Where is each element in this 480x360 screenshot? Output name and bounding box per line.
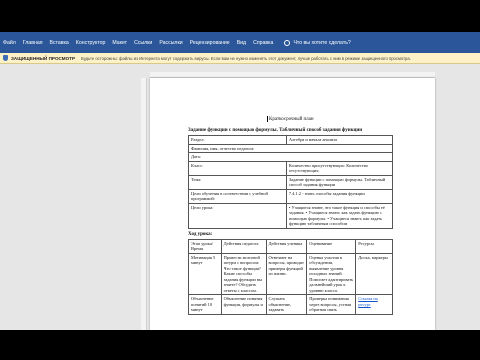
table-row: Мотивация 5 минут Провести мозговой штур… <box>188 252 393 296</box>
tab-home[interactable]: Главная <box>23 40 43 46</box>
column-header: Действия педагога <box>220 238 267 254</box>
tab-design[interactable]: Конструктор <box>76 40 106 46</box>
table-cell: 7.4.1.2 - знать способы задания функции <box>285 188 394 204</box>
tell-me-search[interactable]: Что вы хотите сделать? <box>284 39 351 46</box>
tell-me-label: Что вы хотите сделать? <box>293 39 351 46</box>
vertical-ruler[interactable] <box>141 78 147 330</box>
table-cell: Объяснение понятия функции, формулы и <box>220 294 267 315</box>
table-cell: Оценка участия в обсуждении, выявление у… <box>306 252 357 296</box>
table-row: Объяснение понятий 10 минут Объяснение п… <box>188 294 393 315</box>
column-header: Оценивание <box>306 238 357 254</box>
table-header-row: Этап урока/ Время Действия педагога Дейс… <box>188 238 393 254</box>
table-cell: Алгебра и начала анализа <box>285 135 394 145</box>
document-title: Краткосрочный план <box>269 117 314 123</box>
table-row: Класс: Количество присутствующих: Количе… <box>188 160 394 176</box>
tab-file[interactable]: Файл <box>3 40 16 46</box>
document-title-line: Краткосрочный план <box>188 116 393 122</box>
table-cell: Провести мозговой штурм с вопросом: Что … <box>220 252 267 296</box>
column-header: Этап урока/ Время <box>188 238 222 254</box>
table-cell: Отвечают на вопросы, приводят примеры фу… <box>265 252 308 296</box>
ribbon-tabs: Файл Главная Вставка Конструктор Макет С… <box>0 32 480 53</box>
table-cell: Объяснение понятий 10 минут <box>188 294 222 315</box>
table-cell: Ссылка на ресурс <box>355 294 393 315</box>
table-cell: Мотивация 5 минут <box>188 252 222 296</box>
table-row: Раздел: Алгебра и начала анализа <box>188 135 394 145</box>
protected-view-message: Будьте осторожны: файлы из Интернета мог… <box>81 55 411 61</box>
table-cell: Класс: <box>188 160 287 176</box>
tab-mailings[interactable]: Рассылки <box>159 40 182 46</box>
table-cell: Цели урока: <box>188 202 287 229</box>
table-cell: Фамилия, имя, отчество педагога: <box>188 143 393 154</box>
bottom-black-strip <box>0 330 480 360</box>
lesson-heading: Ход урока: <box>188 231 213 237</box>
table-cell: Дата: <box>188 152 393 162</box>
protected-view-title: ЗАЩИЩЕННЫЙ ПРОСМОТР <box>11 55 76 61</box>
tab-layout[interactable]: Макет <box>112 40 127 46</box>
text-cursor <box>267 116 269 122</box>
table-cell: Доска, маркеры <box>355 252 393 296</box>
table-row: Цели урока: • Учащиеся знают, что такое … <box>188 202 394 229</box>
table-row: Цели обучения в соответствии с учебной п… <box>188 188 394 204</box>
table-cell: Цели обучения в соответствии с учебной п… <box>188 188 287 204</box>
table-row: Дата: <box>188 152 393 162</box>
document-page[interactable]: Краткосрочный план Задание функции с пом… <box>150 78 435 330</box>
document-topic: Задание функции с помощью формулы. Табли… <box>188 128 363 134</box>
resource-link[interactable]: Ссылка на ресурс <box>358 296 377 307</box>
table-cell: Задание функции с помощью формулы. Табли… <box>285 174 394 190</box>
lightbulb-icon <box>284 39 291 46</box>
protected-view-bar: ЗАЩИЩЕННЫЙ ПРОСМОТР Будьте осторожны: фа… <box>0 53 480 64</box>
tab-help[interactable]: Справка <box>253 40 273 46</box>
tab-review[interactable]: Рецензирование <box>190 40 230 46</box>
table-cell: Раздел: <box>188 135 287 145</box>
table-cell: Количество присутствующих: Количество от… <box>285 160 394 176</box>
document-body: Краткосрочный план Задание функции с пом… <box>188 116 394 315</box>
column-header: Действия ученика <box>265 238 308 254</box>
table-cell: Тема: <box>188 174 287 190</box>
table-cell: • Учащиеся знают, что такое функция и сп… <box>285 202 394 229</box>
tab-insert[interactable]: Вставка <box>50 40 69 46</box>
table-row: Тема: Задание функции с помощью формулы.… <box>188 174 394 190</box>
table-row: Фамилия, имя, отчество педагога: <box>188 143 393 154</box>
lesson-table: Этап урока/ Время Действия педагога Дейс… <box>188 238 393 315</box>
tab-references[interactable]: Ссылки <box>134 40 152 46</box>
info-table: Раздел: Алгебра и начала анализа Фамилия… <box>188 135 394 229</box>
column-header: Ресурсы <box>355 238 393 254</box>
shield-icon <box>3 55 8 61</box>
tab-view[interactable]: Вид <box>237 40 246 46</box>
table-cell: Проверка понимания через вопросы, устная… <box>306 294 357 315</box>
word-window: Файл Главная Вставка Конструктор Макет С… <box>0 32 480 330</box>
table-cell: Слушать объяснение, задавать <box>265 294 308 315</box>
